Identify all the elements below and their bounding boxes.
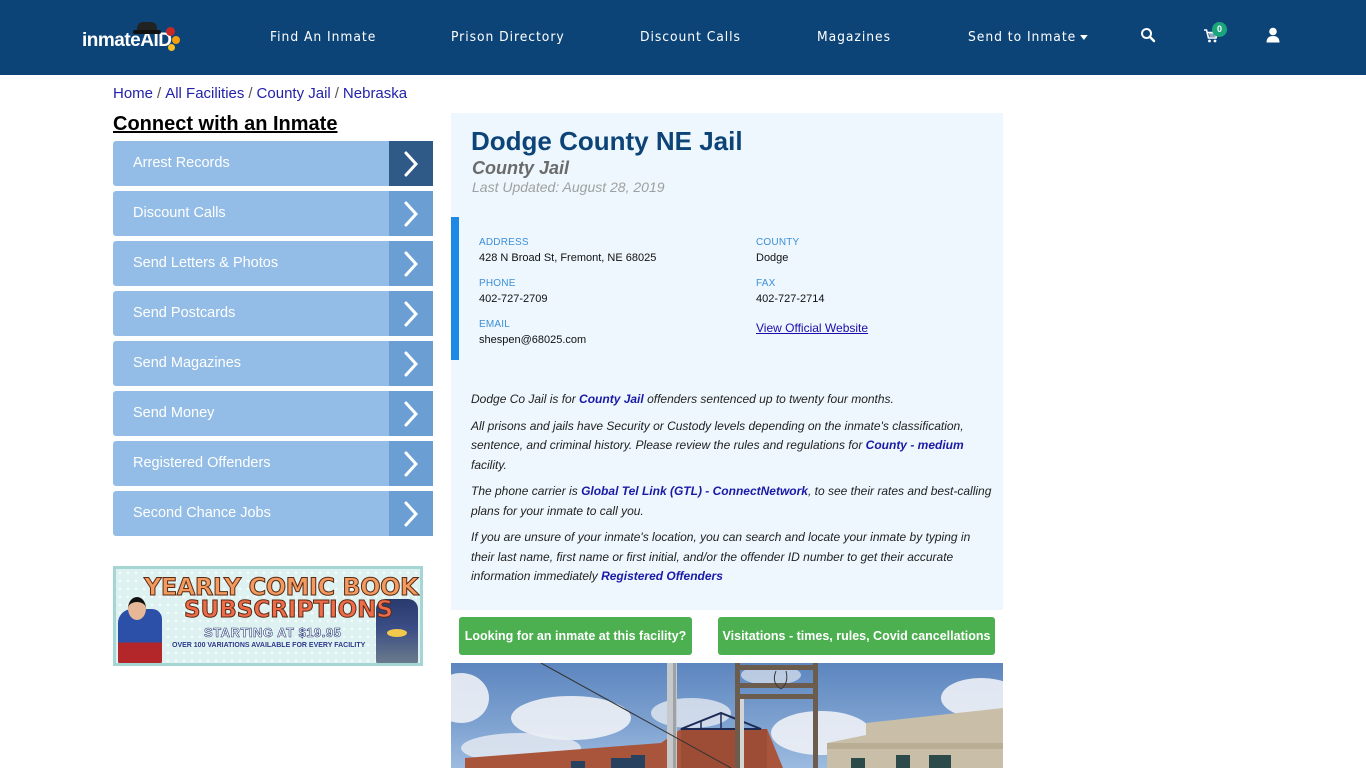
nav-label: Magazines	[817, 30, 891, 45]
facility-description: Dodge Co Jail is for County Jail offende…	[471, 390, 996, 594]
sidebar-item-label: Second Chance Jobs	[133, 505, 271, 521]
fax-field: FAX 402-727-2714	[756, 278, 825, 305]
superhero-illustration	[118, 597, 162, 663]
top-navbar: inmateAID Find An Inmate Prison Director…	[0, 0, 1366, 75]
chevron-right-icon	[389, 191, 433, 236]
address-field: ADDRESS 428 N Broad St, Fremont, NE 6802…	[479, 237, 656, 264]
facility-card: Dodge County NE Jail County Jail Last Up…	[451, 113, 1003, 610]
visitation-info-button[interactable]: Visitations - times, rules, Covid cancel…	[718, 617, 995, 655]
sidebar-item-arrest-records[interactable]: Arrest Records	[113, 141, 433, 186]
sidebar-item-discount-calls[interactable]: Discount Calls	[113, 191, 433, 236]
official-website-link[interactable]: View Official Website	[756, 321, 868, 335]
nav-label: Send to Inmate	[968, 30, 1077, 45]
text: facility.	[471, 457, 507, 472]
county-jail-link[interactable]: County Jail	[579, 392, 644, 406]
ad-price: STARTING AT $19.95	[204, 625, 342, 641]
phone-carrier-link[interactable]: Global Tel Link (GTL) - ConnectNetwork	[581, 484, 808, 498]
nav-magazines[interactable]: Magazines	[817, 30, 891, 45]
nav-find-an-inmate[interactable]: Find An Inmate	[270, 30, 376, 45]
county-label: COUNTY	[756, 237, 800, 248]
user-icon[interactable]	[1266, 27, 1286, 47]
ad-tagline: OVER 100 VARIATIONS AVAILABLE FOR EVERY …	[172, 642, 366, 649]
sidebar-item-label: Discount Calls	[133, 205, 226, 221]
email-field: EMAIL shespen@68025.com	[479, 319, 586, 346]
nav-label: Discount Calls	[640, 30, 741, 45]
sidebar-item-label: Send Letters & Photos	[133, 255, 279, 271]
nav-label: Find An Inmate	[270, 30, 377, 45]
facility-type: County Jail	[472, 158, 570, 178]
caret-down-icon	[1079, 35, 1088, 40]
breadcrumb-all-facilities[interactable]: All Facilities	[165, 85, 244, 102]
info-accent-bar	[451, 217, 459, 360]
chevron-right-icon	[389, 141, 433, 186]
security-level-link[interactable]: County - medium	[866, 438, 964, 452]
sidebar-item-label: Arrest Records	[133, 155, 230, 171]
breadcrumb-county-jail[interactable]: County Jail	[257, 85, 331, 102]
last-updated: Last Updated: August 28, 2019	[472, 179, 665, 195]
sidebar-item-registered-offenders[interactable]: Registered Offenders	[113, 441, 433, 486]
leaf-icon	[168, 44, 175, 51]
chevron-right-icon	[389, 491, 433, 536]
fax-label: FAX	[756, 278, 776, 289]
nav-prison-directory[interactable]: Prison Directory	[451, 30, 565, 45]
sidebar-item-second-chance-jobs[interactable]: Second Chance Jobs	[113, 491, 433, 536]
breadcrumb-separator: /	[157, 85, 162, 102]
sidebar-item-label: Send Postcards	[133, 305, 236, 321]
facility-contact-info: ADDRESS 428 N Broad St, Fremont, NE 6802…	[451, 217, 1003, 360]
address-value: 428 N Broad St, Fremont, NE 68025	[479, 252, 657, 264]
chevron-right-icon	[389, 441, 433, 486]
facility-photo-illustration	[451, 663, 1003, 768]
county-value: Dodge	[756, 252, 789, 264]
leaf-icon	[172, 36, 180, 44]
chevron-right-icon	[389, 391, 433, 436]
description-paragraph: If you are unsure of your inmate's locat…	[471, 528, 996, 587]
description-paragraph: Dodge Co Jail is for County Jail offende…	[471, 390, 996, 410]
fax-value: 402-727-2714	[756, 293, 825, 305]
breadcrumb-separator: /	[334, 85, 339, 102]
chevron-right-icon	[389, 341, 433, 386]
description-paragraph: All prisons and jails have Security or C…	[471, 417, 996, 476]
leaf-icon	[166, 27, 175, 36]
search-icon[interactable]	[1140, 27, 1160, 47]
sidebar-item-send-letters-photos[interactable]: Send Letters & Photos	[113, 241, 433, 286]
sidebar-menu: Arrest Records Discount Calls Send Lette…	[113, 141, 433, 541]
sidebar-item-send-magazines[interactable]: Send Magazines	[113, 341, 433, 386]
email-label: EMAIL	[479, 319, 511, 330]
text: The phone carrier is	[471, 484, 582, 498]
text: Dodge Co Jail is for	[471, 392, 580, 406]
facility-street-photo	[451, 663, 1003, 768]
breadcrumb-nebraska[interactable]: Nebraska	[343, 85, 407, 102]
phone-label: PHONE	[479, 278, 516, 289]
address-label: ADDRESS	[479, 237, 529, 248]
nav-send-to-inmate-dropdown[interactable]: Send to Inmate	[968, 30, 1088, 45]
facility-name: Dodge County NE Jail	[471, 126, 743, 156]
pilgrim-hat-icon	[133, 22, 161, 34]
phone-field: PHONE 402-727-2709	[479, 278, 548, 305]
sidebar-item-label: Registered Offenders	[133, 455, 271, 471]
ad-headline-2: SUBSCRIPTIONS	[184, 597, 394, 624]
sidebar-item-label: Send Magazines	[133, 355, 242, 371]
nav-label: Prison Directory	[451, 30, 565, 45]
registered-offenders-link[interactable]: Registered Offenders	[601, 569, 723, 583]
text: offenders sentenced up to twenty four mo…	[643, 392, 894, 406]
nav-discount-calls[interactable]: Discount Calls	[640, 30, 741, 45]
comic-subscription-ad-banner[interactable]: YEARLY COMIC BOOK SUBSCRIPTIONS STARTING…	[113, 566, 423, 666]
county-field: COUNTY Dodge	[756, 237, 799, 264]
chevron-right-icon	[389, 241, 433, 286]
description-paragraph: The phone carrier is Global Tel Link (GT…	[471, 482, 996, 521]
sidebar-item-label: Send Money	[133, 405, 215, 421]
breadcrumb-home[interactable]: Home	[113, 85, 153, 102]
breadcrumb-separator: /	[248, 85, 253, 102]
chevron-right-icon	[389, 291, 433, 336]
breadcrumb: Home / All Facilities / County Jail / Nebraska	[113, 85, 407, 102]
email-value: shespen@68025.com	[479, 334, 587, 346]
sidebar-item-send-postcards[interactable]: Send Postcards	[113, 291, 433, 336]
find-inmate-at-facility-button[interactable]: Looking for an inmate at this facility?	[459, 617, 692, 655]
cart-count-badge: 0	[1212, 22, 1227, 37]
sidebar-title: Connect with an Inmate	[113, 113, 338, 135]
phone-value: 402-727-2709	[479, 293, 548, 305]
site-logo[interactable]: inmateAID	[82, 22, 182, 54]
sidebar-item-send-money[interactable]: Send Money	[113, 391, 433, 436]
